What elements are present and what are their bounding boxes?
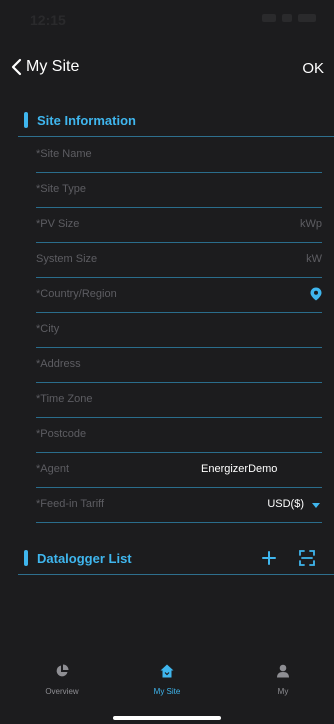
field-underline [36, 522, 322, 523]
field-unit: kWp [300, 218, 322, 230]
field-label: *Country/Region [36, 288, 117, 300]
user-icon [277, 664, 289, 678]
agent-value: EnergizerDemo [201, 463, 278, 475]
status-bar: 12:15 [0, 0, 334, 40]
tab-my-site[interactable]: My Site [127, 664, 207, 696]
tab-my[interactable]: My [243, 664, 323, 696]
ok-button[interactable]: OK [302, 60, 324, 77]
feed-in-tariff-field[interactable]: *Feed-in Tariff USD($) [36, 488, 322, 523]
back-button[interactable]: My Site [10, 58, 79, 76]
home-icon [160, 664, 174, 678]
field-label: *PV Size [36, 218, 80, 230]
field-label: *Agent [36, 463, 70, 475]
signal-icon [262, 14, 276, 22]
tab-label: My [277, 687, 289, 696]
field-label: *Time Zone [36, 393, 93, 405]
field-label: *Feed-in Tariff [36, 498, 105, 510]
divider [18, 574, 334, 575]
nav-bar: My Site OK [0, 52, 334, 88]
agent-field[interactable]: *Agent EnergizerDemo [36, 453, 322, 488]
field-label: *Postcode [36, 428, 87, 440]
tab-bar: Overview My Site My [0, 656, 334, 724]
field-label: *Site Type [36, 183, 86, 195]
field-label: System Size [36, 253, 98, 265]
home-indicator [113, 716, 221, 720]
country-region-field[interactable]: *Country/Region [36, 278, 322, 313]
site-type-field[interactable]: *Site Type [36, 173, 322, 208]
system-size-field[interactable]: System Size kW [36, 243, 322, 278]
field-label: *City [36, 323, 60, 335]
field-label: *Site Name [36, 148, 92, 160]
time-zone-field[interactable]: *Time Zone [36, 383, 322, 418]
tab-label: My Site [153, 687, 181, 696]
tab-overview[interactable]: Overview [22, 664, 102, 696]
status-time: 12:15 [30, 12, 66, 28]
site-name-field[interactable]: *Site Name [36, 138, 322, 173]
section-title: Site Information [37, 112, 136, 128]
field-unit: kW [306, 253, 322, 265]
tab-label: Overview [45, 687, 79, 696]
chevron-left-icon [11, 58, 22, 76]
field-label: *Address [36, 358, 81, 370]
postcode-field[interactable]: *Postcode [36, 418, 322, 453]
caret-down-icon[interactable] [312, 503, 320, 508]
wifi-icon [282, 14, 292, 22]
datalogger-list-header: Datalogger List [0, 541, 334, 575]
pv-size-field[interactable]: *PV Size kWp [36, 208, 322, 243]
divider [18, 136, 334, 137]
battery-icon [298, 14, 316, 22]
city-field[interactable]: *City [36, 313, 322, 348]
section-marker [24, 112, 28, 128]
status-icons [262, 14, 316, 22]
back-label: My Site [26, 58, 80, 75]
scan-icon[interactable] [299, 550, 315, 566]
section-marker [24, 550, 28, 566]
location-pin-icon[interactable] [310, 287, 322, 301]
add-icon[interactable] [262, 551, 276, 565]
pie-chart-icon [56, 664, 69, 677]
address-field[interactable]: *Address [36, 348, 322, 383]
section-title: Datalogger List [37, 550, 132, 566]
site-information-header: Site Information [0, 103, 334, 137]
currency-value[interactable]: USD($) [267, 498, 304, 510]
